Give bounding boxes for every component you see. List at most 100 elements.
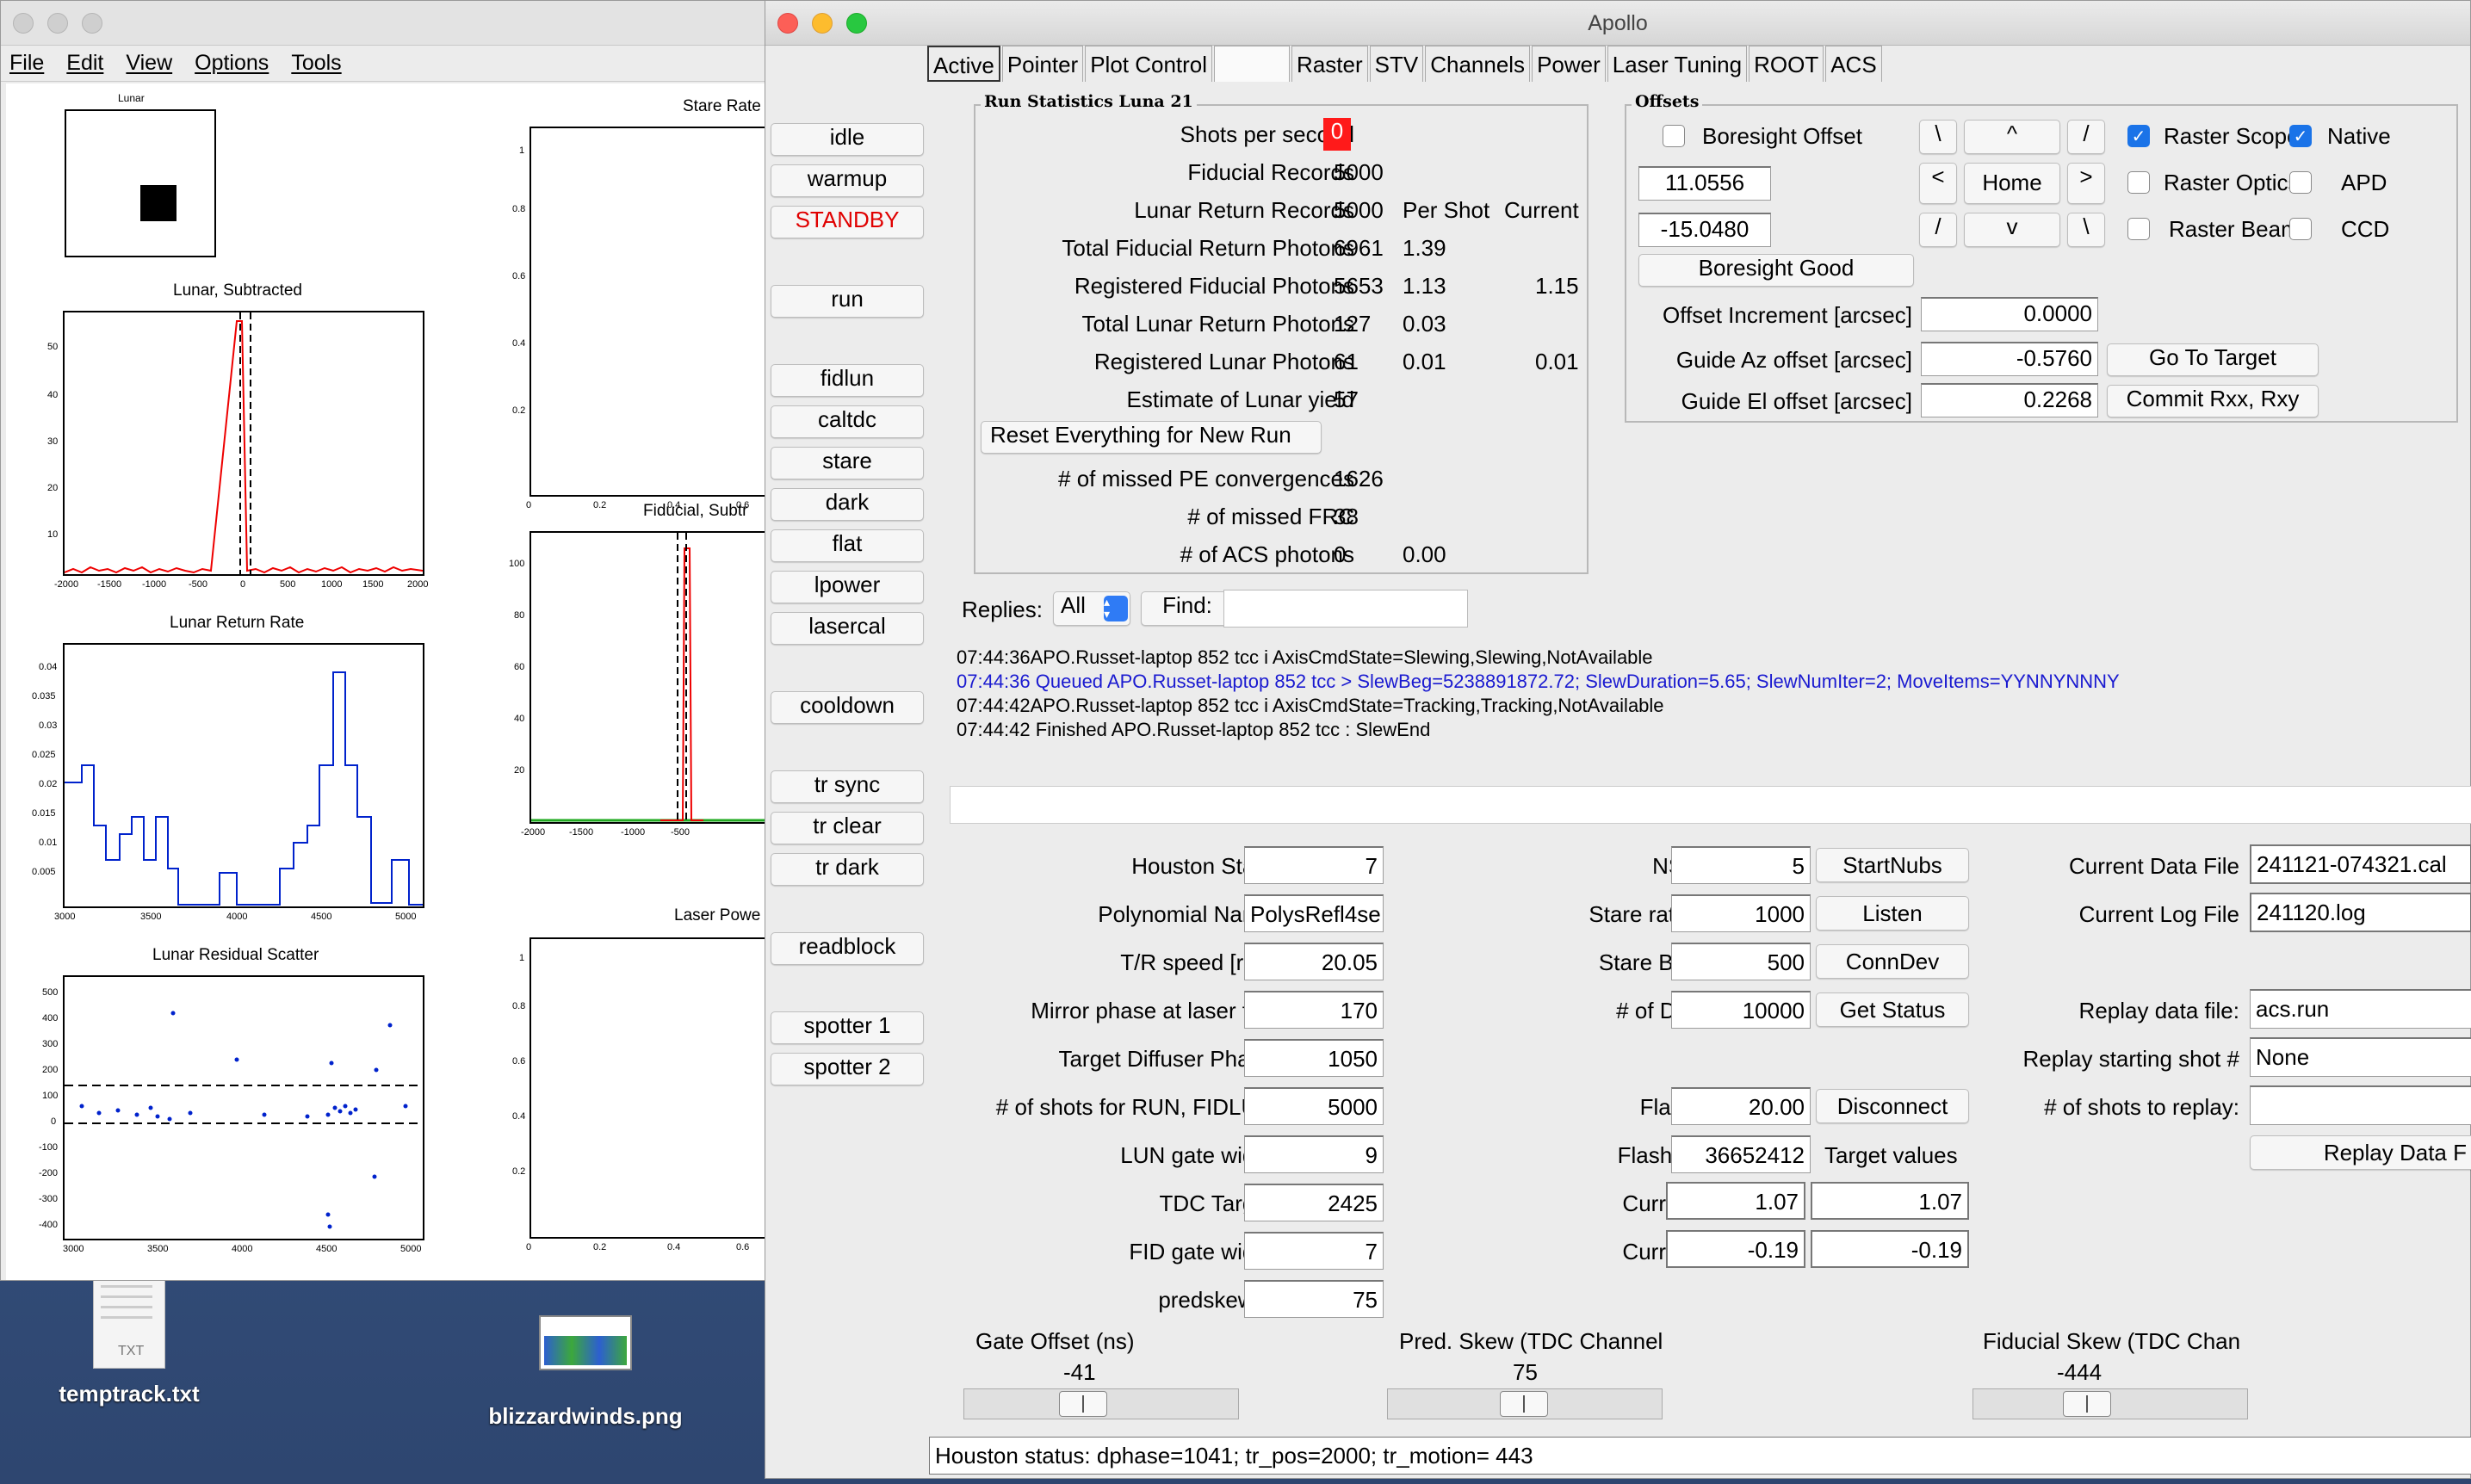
boresight-good-button[interactable]: Boresight Good (1638, 254, 1914, 287)
raster-optics-checkbox[interactable] (2127, 171, 2150, 194)
slider-thumb[interactable] (1500, 1391, 1548, 1417)
stare-rate-field[interactable]: 1000 (1671, 894, 1811, 932)
slider-thumb[interactable] (1059, 1391, 1107, 1417)
zoom-icon[interactable] (82, 13, 102, 34)
raster-beam-checkbox[interactable] (2127, 218, 2150, 240)
minimize-icon[interactable] (812, 13, 833, 34)
flat-button[interactable]: flat (771, 529, 924, 562)
guide-az-field[interactable]: -0.5760 (1921, 342, 2098, 376)
nudge-left-button[interactable]: < (1919, 163, 1957, 204)
target-rxx-field[interactable]: 1.07 (1811, 1182, 1969, 1220)
get-status-button[interactable]: Get Status (1816, 992, 1969, 1027)
tab-laser-tuning[interactable]: Laser Tuning (1607, 46, 1748, 82)
nudge-up-left-button[interactable]: \ (1919, 120, 1957, 154)
raster-scope-checkbox[interactable]: ✓ (2127, 125, 2150, 147)
conndev-button[interactable]: ConnDev (1816, 944, 1969, 979)
startnubs-button[interactable]: StartNubs (1816, 848, 1969, 882)
nudge-up-right-button[interactable]: / (2067, 120, 2105, 154)
flashrate-field[interactable]: 20.00 (1671, 1087, 1811, 1125)
offset-increment-field[interactable]: 0.0000 (1921, 297, 2098, 331)
gate-offset-slider[interactable] (963, 1388, 1239, 1419)
replies-filter-select[interactable]: All ▴ ▾ (1053, 591, 1130, 626)
menu-tools[interactable]: Tools (291, 51, 341, 76)
lasercal-button[interactable]: lasercal (771, 612, 924, 645)
target-rxy-field[interactable]: -0.19 (1811, 1230, 1969, 1268)
root-canvas[interactable]: Lunar Lunar, Subtracted 50 40 30 20 10 -… (6, 83, 788, 1280)
tr-speed-field[interactable]: 20.05 (1244, 943, 1384, 980)
apollo-titlebar[interactable]: Apollo (765, 1, 2470, 46)
nudge-down-button[interactable]: v (1964, 213, 2060, 247)
fiducial-skew-slider[interactable] (1972, 1388, 2248, 1419)
command-input[interactable] (950, 786, 2471, 824)
native-checkbox[interactable]: ✓ (2289, 125, 2312, 147)
boresight-az-field[interactable]: 11.0556 (1638, 166, 1771, 201)
tab-channels[interactable]: Channels (1425, 46, 1531, 82)
nudge-right-button[interactable]: > (2067, 163, 2105, 204)
nudge-down-left-button[interactable]: / (1919, 213, 1957, 247)
target-diffuser-field[interactable]: 1050 (1244, 1039, 1384, 1077)
boresight-el-field[interactable]: -15.0480 (1638, 213, 1771, 247)
minimize-icon[interactable] (47, 13, 68, 34)
tab-blank[interactable] (1214, 46, 1291, 82)
run-button[interactable]: run (771, 285, 924, 318)
listen-button[interactable]: Listen (1816, 896, 1969, 931)
fid-gate-width-field[interactable]: 7 (1244, 1232, 1384, 1270)
plot-window-titlebar[interactable] (1, 1, 774, 46)
lpower-button[interactable]: lpower (771, 571, 924, 603)
current-rxx-field[interactable]: 1.07 (1666, 1182, 1805, 1220)
slider-thumb[interactable] (2063, 1391, 2111, 1417)
ccd-checkbox[interactable] (2289, 218, 2312, 240)
cooldown-button[interactable]: cooldown (771, 691, 924, 724)
idle-button[interactable]: idle (771, 123, 924, 156)
nudge-up-button[interactable]: ^ (1964, 120, 2060, 154)
guide-el-field[interactable]: 0.2268 (1921, 383, 2098, 417)
tab-active[interactable]: Active (927, 46, 1000, 82)
commit-rxx-rxy-button[interactable]: Commit Rxx, Rxy (2107, 385, 2319, 417)
nudge-down-right-button[interactable]: \ (2067, 213, 2105, 247)
num-darks-field[interactable]: 10000 (1671, 991, 1811, 1029)
caltdc-button[interactable]: caltdc (771, 405, 924, 438)
current-data-file-field[interactable]: 241121-074321.cal (2250, 844, 2471, 884)
find-button[interactable]: Find: (1141, 591, 1234, 626)
boresight-offset-checkbox[interactable] (1663, 125, 1685, 147)
replay-data-file-field[interactable]: acs.run (2250, 989, 2471, 1029)
polynomial-name-field[interactable]: PolysRefl4se (1244, 894, 1384, 932)
stare-button[interactable]: stare (771, 447, 924, 479)
desktop-icon-temptrack[interactable]: TXT temptrack.txt (34, 1274, 224, 1420)
current-log-file-field[interactable]: 241120.log (2250, 893, 2471, 932)
menu-edit[interactable]: Edit (66, 51, 103, 76)
tab-power[interactable]: Power (1532, 46, 1606, 82)
menu-file[interactable]: File (9, 51, 44, 76)
find-input[interactable] (1223, 590, 1468, 628)
menu-view[interactable]: View (126, 51, 172, 76)
shots-to-replay-field[interactable] (2250, 1085, 2471, 1125)
replay-starting-shot-field[interactable]: None (2250, 1037, 2471, 1077)
tdc-target-field[interactable]: 2425 (1244, 1184, 1384, 1221)
current-rxy-field[interactable]: -0.19 (1666, 1230, 1805, 1268)
go-to-target-button[interactable]: Go To Target (2107, 343, 2319, 376)
pred-skew-slider[interactable] (1387, 1388, 1663, 1419)
nstares-field[interactable]: 5 (1671, 846, 1811, 884)
tab-stv[interactable]: STV (1369, 46, 1424, 82)
predskew-field[interactable]: 75 (1244, 1280, 1384, 1318)
tab-plot-control[interactable]: Plot Control (1085, 46, 1213, 82)
desktop-icon-blizzardwinds[interactable]: blizzardwinds.png (482, 1308, 689, 1438)
reset-run-button[interactable]: Reset Everything for New Run (981, 421, 1322, 454)
tr-clear-button[interactable]: tr clear (771, 812, 924, 844)
lun-gate-width-field[interactable]: 9 (1244, 1135, 1384, 1173)
tab-acs[interactable]: ACS (1825, 46, 1882, 82)
mirror-phase-field[interactable]: 170 (1244, 991, 1384, 1029)
replay-data-button[interactable]: Replay Data F (2250, 1135, 2471, 1170)
houston-state-field[interactable]: 7 (1244, 846, 1384, 884)
flash-count-field[interactable]: 36652412 (1671, 1135, 1811, 1173)
close-icon[interactable] (13, 13, 34, 34)
menu-options[interactable]: Options (195, 51, 269, 76)
tab-root[interactable]: ROOT (1749, 46, 1824, 82)
fidlun-button[interactable]: fidlun (771, 364, 924, 397)
tr-sync-button[interactable]: tr sync (771, 770, 924, 803)
close-icon[interactable] (777, 13, 798, 34)
home-button[interactable]: Home (1964, 163, 2060, 204)
tab-pointer[interactable]: Pointer (1001, 46, 1084, 82)
warmup-button[interactable]: warmup (771, 164, 924, 197)
stare-binning-field[interactable]: 500 (1671, 943, 1811, 980)
